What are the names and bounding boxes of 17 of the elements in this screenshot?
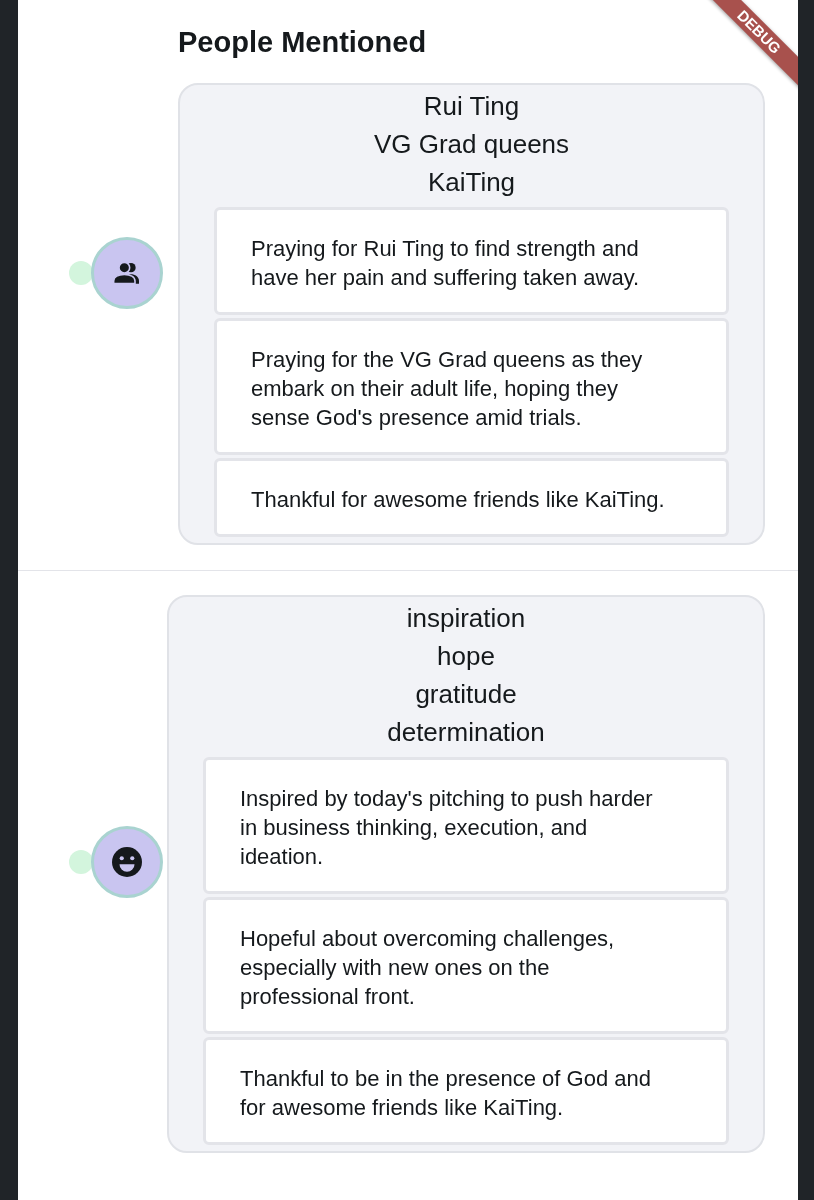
tag-label: inspiration: [406, 602, 526, 635]
entry-card: Thankful for awesome friends like KaiTing.: [214, 458, 729, 537]
tag-label: KaiTing: [427, 166, 516, 199]
tag-label: gratitude: [415, 678, 517, 711]
tag-label: hope: [437, 640, 495, 673]
status-dot: [69, 850, 93, 874]
entry-card: Praying for Rui Ting to find strength and have her pain and suffering taken away.: [214, 207, 729, 315]
smiley-icon: [109, 844, 145, 880]
status-dot: [69, 260, 93, 285]
tag-label: VG Grad queens: [373, 128, 570, 161]
section-heading: People Mentioned: [178, 26, 427, 59]
tag-label: determination: [387, 716, 545, 749]
tag-label: Rui Ting: [423, 90, 520, 123]
entry-card: Praying for the VG Grad queens as they embark on their adult life, hoping they sense God's presence amid trials.: [214, 318, 729, 455]
entry-card: Hopeful about overcoming challenges, especially with new ones on the professional front.: [203, 897, 729, 1034]
entry-card: Thankful to be in the presence of God and for awesome friends like KaiTing.: [203, 1037, 729, 1145]
entry-card: Inspired by today's pitching to push harder in business thinking, execution, and ideation.: [203, 757, 729, 894]
